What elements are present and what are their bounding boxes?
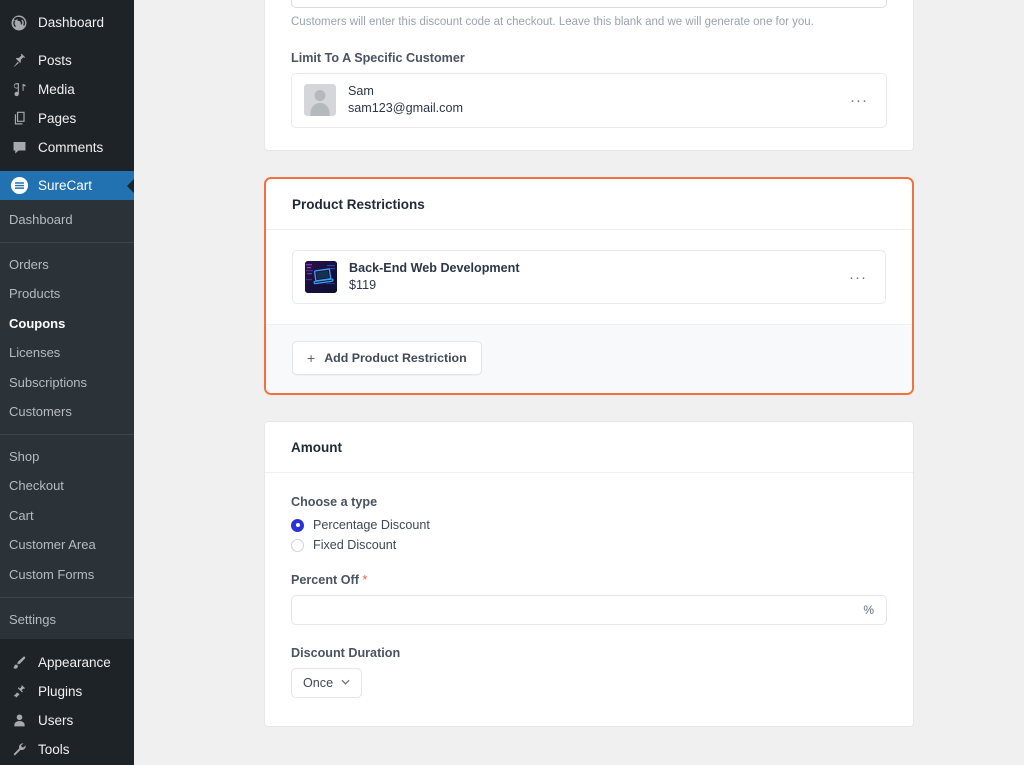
radio-percentage-discount-label: Percentage Discount <box>313 518 430 532</box>
amount-body: Choose a type Percentage Discount Fixed … <box>265 473 913 726</box>
sidebar-item-label: Pages <box>38 112 76 126</box>
sidebar-item-appearance[interactable]: Appearance <box>0 648 134 677</box>
percent-off-label-text: Percent Off <box>291 573 359 587</box>
sidebar-subitem-settings[interactable]: Settings <box>0 605 134 635</box>
main-content: Customers will enter this discount code … <box>134 0 1024 765</box>
radio-percentage-discount[interactable]: Percentage Discount <box>291 518 887 532</box>
discount-duration-value: Once <box>303 676 333 690</box>
sidebar-item-plugins[interactable]: Plugins <box>0 677 134 706</box>
sidebar-item-label: Tools <box>38 743 70 757</box>
wrench-icon <box>9 740 29 760</box>
discount-duration-select[interactable]: Once <box>291 668 362 698</box>
coupon-code-input[interactable] <box>291 0 887 8</box>
sidebar-item-label: Plugins <box>38 685 82 699</box>
sidebar-item-media[interactable]: Media <box>0 75 134 104</box>
customer-name: Sam <box>348 83 463 100</box>
submenu-divider <box>0 242 134 243</box>
admin-screen: Dashboard Posts Media <box>0 0 1024 765</box>
product-restrictions-title: Product Restrictions <box>266 179 912 230</box>
discount-duration-label: Discount Duration <box>291 646 887 660</box>
coupon-code-help-text: Customers will enter this discount code … <box>291 14 887 30</box>
amount-title: Amount <box>265 422 913 473</box>
admin-sidebar: Dashboard Posts Media <box>0 0 134 765</box>
radio-fixed-discount-label: Fixed Discount <box>313 538 396 552</box>
sidebar-subitem-dashboard[interactable]: Dashboard <box>0 205 134 235</box>
sidebar-item-label: Dashboard <box>38 16 104 30</box>
sidebar-item-label: Users <box>38 714 73 728</box>
sidebar-item-label: Comments <box>38 141 103 155</box>
plus-icon: + <box>307 351 315 365</box>
brush-icon <box>9 653 29 673</box>
dashboard-icon <box>9 13 29 33</box>
choose-type-label: Choose a type <box>291 495 887 509</box>
customer-overflow-menu-icon[interactable]: ··· <box>844 93 874 108</box>
sidebar-subitem-subscriptions[interactable]: Subscriptions <box>0 368 134 398</box>
customer-email: sam123@gmail.com <box>348 100 463 118</box>
surecart-submenu: Dashboard Orders Products Coupons Licens… <box>0 200 134 639</box>
product-details: Back-End Web Development $119 <box>349 260 520 295</box>
sidebar-subitem-shop[interactable]: Shop <box>0 442 134 472</box>
product-restrictions-card: Product Restrictions <box>264 177 914 396</box>
product-thumbnail <box>305 261 337 293</box>
media-icon <box>9 80 29 100</box>
percent-off-label: Percent Off * <box>291 573 887 587</box>
sidebar-item-posts[interactable]: Posts <box>0 46 134 75</box>
sidebar-subitem-coupons[interactable]: Coupons <box>0 309 134 339</box>
sidebar-subitem-licenses[interactable]: Licenses <box>0 338 134 368</box>
comment-icon <box>9 138 29 158</box>
radio-fixed-discount[interactable]: Fixed Discount <box>291 538 887 552</box>
radio-icon-unselected[interactable] <box>291 539 304 552</box>
sidebar-item-label: SureCart <box>38 179 92 193</box>
amount-card: Amount Choose a type Percentage Discount… <box>264 421 914 727</box>
sidebar-item-pages[interactable]: Pages <box>0 104 134 133</box>
plug-icon <box>9 682 29 702</box>
product-item-main: Back-End Web Development $119 <box>305 260 843 295</box>
sidebar-item-surecart[interactable]: SureCart <box>0 171 134 200</box>
sidebar-item-label: Media <box>38 83 75 97</box>
product-price: $119 <box>349 277 520 295</box>
pages-icon <box>9 109 29 129</box>
percent-off-input[interactable]: % <box>291 595 887 625</box>
avatar <box>304 84 336 116</box>
add-product-restriction-label: Add Product Restriction <box>324 352 467 364</box>
pin-icon <box>9 51 29 71</box>
customer-details: Sam sam123@gmail.com <box>348 83 463 118</box>
product-overflow-menu-icon[interactable]: ··· <box>843 270 873 285</box>
radio-icon-selected[interactable] <box>291 519 304 532</box>
submenu-divider <box>0 434 134 435</box>
required-indicator: * <box>362 573 367 587</box>
coupon-edit-form: Customers will enter this discount code … <box>264 0 914 747</box>
percent-suffix: % <box>863 603 874 617</box>
product-restrictions-footer: + Add Product Restriction <box>266 324 912 393</box>
sidebar-item-tools[interactable]: Tools <box>0 735 134 764</box>
sidebar-lower-menu: Appearance Plugins Users <box>0 639 134 765</box>
sidebar-subitem-custom-forms[interactable]: Custom Forms <box>0 560 134 590</box>
sidebar-item-label: Appearance <box>38 656 111 670</box>
add-product-restriction-button[interactable]: + Add Product Restriction <box>292 341 482 375</box>
sidebar-item-comments[interactable]: Comments <box>0 133 134 162</box>
sidebar-subitem-products[interactable]: Products <box>0 279 134 309</box>
submenu-arrow-icon <box>127 178 134 194</box>
surecart-icon <box>9 176 29 196</box>
sidebar-subitem-customer-area[interactable]: Customer Area <box>0 530 134 560</box>
coupon-code-card: Customers will enter this discount code … <box>264 0 914 151</box>
chevron-down-icon <box>341 678 350 688</box>
sidebar-item-dashboard[interactable]: Dashboard <box>0 8 134 37</box>
limit-customer-label: Limit To A Specific Customer <box>291 51 887 65</box>
sidebar-subitem-customers[interactable]: Customers <box>0 397 134 427</box>
sidebar-subitem-cart[interactable]: Cart <box>0 501 134 531</box>
submenu-divider <box>0 597 134 598</box>
product-item[interactable]: Back-End Web Development $119 ··· <box>292 250 886 305</box>
sidebar-subitem-orders[interactable]: Orders <box>0 250 134 280</box>
customer-item[interactable]: Sam sam123@gmail.com ··· <box>291 73 887 128</box>
sidebar-subitem-checkout[interactable]: Checkout <box>0 471 134 501</box>
user-icon <box>9 711 29 731</box>
product-name: Back-End Web Development <box>349 260 520 277</box>
sidebar-item-label: Posts <box>38 54 72 68</box>
customer-item-main: Sam sam123@gmail.com <box>304 83 844 118</box>
sidebar-item-users[interactable]: Users <box>0 706 134 735</box>
product-restrictions-list: Back-End Web Development $119 ··· <box>266 230 912 325</box>
